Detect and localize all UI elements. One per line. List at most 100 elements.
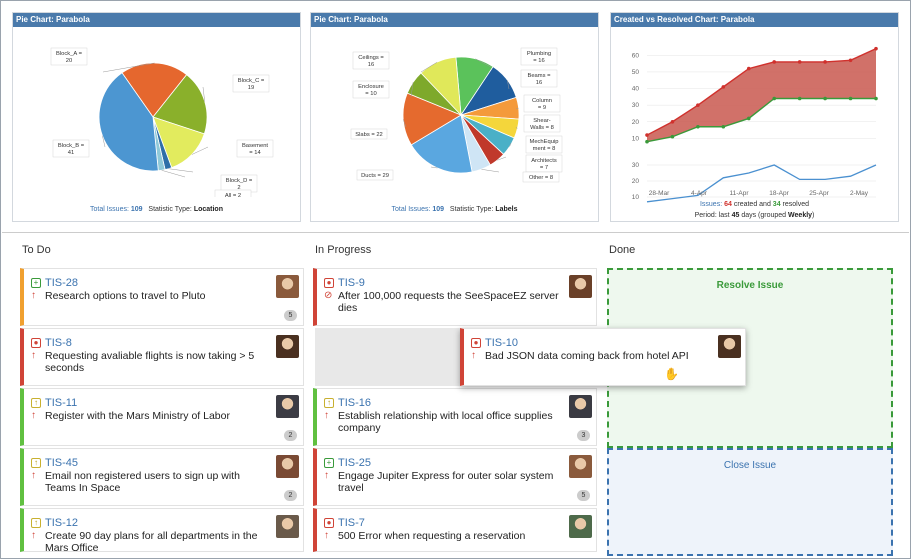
issue-key-link[interactable]: TIS-45 <box>45 457 78 469</box>
high-priority-icon: ↑ <box>31 350 36 361</box>
data-point-created[interactable] <box>797 60 802 64</box>
data-point-resolved[interactable] <box>645 139 649 144</box>
total-issues-link[interactable]: 109 <box>131 206 143 213</box>
total-issues-label: Total Issues: <box>90 206 129 213</box>
issue-key-link[interactable]: TIS-9 <box>338 277 365 289</box>
assignee-avatar[interactable] <box>569 395 592 418</box>
issue-summary: Email non registered users to sign up wi… <box>45 470 240 494</box>
pie-chart-labels: Plumbing= 16Beams =16Column= 9Shear-Wall… <box>350 47 563 183</box>
data-point-created[interactable] <box>823 60 827 64</box>
data-point-created[interactable] <box>645 133 649 137</box>
slice-label: Beams = <box>527 73 551 79</box>
bug-type-icon: ● <box>31 338 41 348</box>
issue-key-link[interactable]: TIS-8 <box>45 337 72 349</box>
issue-summary: Engage Jupiter Express for outer solar s… <box>338 470 554 494</box>
issue-key-link[interactable]: TIS-25 <box>338 457 371 469</box>
data-point-created[interactable] <box>746 66 751 71</box>
high-priority-icon: ↑ <box>31 470 36 481</box>
leader-line <box>161 170 186 178</box>
issue-summary: Research options to travel to Pluto <box>45 290 206 302</box>
data-point-resolved[interactable] <box>874 96 878 101</box>
issue-key-link[interactable]: TIS-11 <box>45 397 77 409</box>
data-point-resolved[interactable] <box>797 96 802 101</box>
issue-card-tis-11[interactable]: ↑ TIS-11 ↑ Register with the Mars Ministry … <box>20 388 304 446</box>
data-point-created[interactable] <box>670 119 675 124</box>
y-tick-label: 30 <box>632 102 640 109</box>
gadget-footer: Total Issues: 109 Statistic Type: Locati… <box>13 206 300 213</box>
slice-label: 19 <box>248 85 254 91</box>
period-footer: Period: last 45 days (grouped Weekly) <box>611 212 898 219</box>
issue-key-link[interactable]: TIS-28 <box>45 277 78 289</box>
close-issue-dropzone[interactable]: Close Issue <box>607 448 893 556</box>
assignee-avatar[interactable] <box>276 455 299 478</box>
new-feature-type-icon: + <box>324 458 334 468</box>
period-mid: days (grouped <box>741 212 787 219</box>
total-issues-link[interactable]: 109 <box>432 206 444 213</box>
y-tick-label: 30 <box>632 162 640 169</box>
issue-card-tis-10-dragging[interactable]: ● TIS-10 ↑ Bad JSON data coming back from h… <box>460 328 746 386</box>
issue-card-tis-7[interactable]: ● TIS-7 ↑ 500 Error when requesting a reser… <box>313 508 597 552</box>
data-point-resolved[interactable] <box>670 134 675 139</box>
issue-key-link[interactable]: TIS-10 <box>485 337 518 349</box>
leader-line <box>481 169 500 173</box>
assignee-avatar[interactable] <box>276 395 299 418</box>
y-tick-label: 10 <box>632 135 640 142</box>
assignee-avatar[interactable] <box>569 275 592 298</box>
issue-summary: After 100,000 requests the SeeSpaceEZ se… <box>338 290 559 314</box>
pie-gadget-labels: Pie Chart: Parabola Plumbing = 16 Beams = 1… <box>310 12 599 222</box>
data-point-created[interactable] <box>696 103 700 107</box>
issue-card-tis-9[interactable]: ● TIS-9 ⊘ After 100,000 requests the SeeSpa… <box>313 268 597 326</box>
high-priority-icon: ↑ <box>31 290 36 301</box>
data-point-created[interactable] <box>848 58 853 63</box>
issue-card-tis-25[interactable]: + TIS-25 ↑ Engage Jupiter Express for outer… <box>313 448 597 506</box>
data-point-resolved[interactable] <box>696 124 700 129</box>
y-tick-label: 20 <box>632 178 640 185</box>
blocker-priority-icon: ⊘ <box>324 290 333 301</box>
y-tick-label: 40 <box>632 86 640 93</box>
issue-key-link[interactable]: TIS-16 <box>338 397 371 409</box>
data-point-created[interactable] <box>874 46 878 51</box>
column-title-done: Done <box>609 244 636 256</box>
bug-type-icon: ● <box>471 338 481 348</box>
period-days: 45 <box>731 212 740 219</box>
assignee-avatar[interactable] <box>276 335 299 358</box>
pie-gadget-location: Pie Chart: Parabola Block_A = 20 Block_C =… <box>12 12 301 222</box>
legend-suffix: resolved <box>782 201 810 208</box>
assignee-avatar[interactable] <box>276 515 299 538</box>
assignee-avatar[interactable] <box>569 515 592 538</box>
estimate-badge: 2 <box>284 430 297 441</box>
data-point-created[interactable] <box>772 60 777 64</box>
data-point-resolved[interactable] <box>746 116 751 121</box>
grab-cursor-icon: ✋ <box>664 367 679 381</box>
issue-card-tis-45[interactable]: ↑ TIS-45 ↑ Email non registered users to si… <box>20 448 304 506</box>
slice-label: Slabs = 22 <box>355 132 383 138</box>
total-issues-label: Total Issues: <box>391 206 431 213</box>
assignee-avatar[interactable] <box>569 455 592 478</box>
issue-card-tis-28[interactable]: + TIS-28 ↑ Research options to travel to Pl… <box>20 268 304 326</box>
issue-key-link[interactable]: TIS-12 <box>45 517 78 529</box>
issue-card-tis-8[interactable]: ● TIS-8 ↑ Requesting avaliable flights is n… <box>20 328 304 386</box>
x-tick-label: 28-Mar <box>649 190 670 197</box>
issue-summary: Bad JSON data coming back from hotel API <box>485 350 689 362</box>
issue-key-link[interactable]: TIS-7 <box>338 517 365 529</box>
slice-label: Block_A = <box>56 51 83 57</box>
estimate-badge: 3 <box>577 430 590 441</box>
slice-label: Enclosure <box>358 84 384 90</box>
data-point-resolved[interactable] <box>772 96 777 101</box>
gadget-footer: Issues: 64 created and 34 resolved <box>611 201 898 208</box>
high-priority-icon: ↑ <box>471 350 476 361</box>
slice-label: 41 <box>68 150 74 156</box>
leader-line <box>168 168 194 173</box>
data-point-created[interactable] <box>721 85 726 89</box>
issue-card-tis-16[interactable]: ↑ TIS-16 ↑ Establish relationship with loca… <box>313 388 597 446</box>
improvement-type-icon: ↑ <box>31 518 41 528</box>
data-point-resolved[interactable] <box>823 96 827 101</box>
estimate-badge: 5 <box>577 490 590 501</box>
y-tick-label: 10 <box>632 194 640 201</box>
data-point-resolved[interactable] <box>848 96 853 101</box>
data-point-resolved[interactable] <box>721 124 726 129</box>
assignee-avatar[interactable] <box>276 275 299 298</box>
legend-prefix: Issues: <box>699 201 723 208</box>
assignee-avatar[interactable] <box>718 335 741 358</box>
issue-card-tis-12[interactable]: ↑ TIS-12 ↑ Create 90 day plans for all depa… <box>20 508 304 554</box>
